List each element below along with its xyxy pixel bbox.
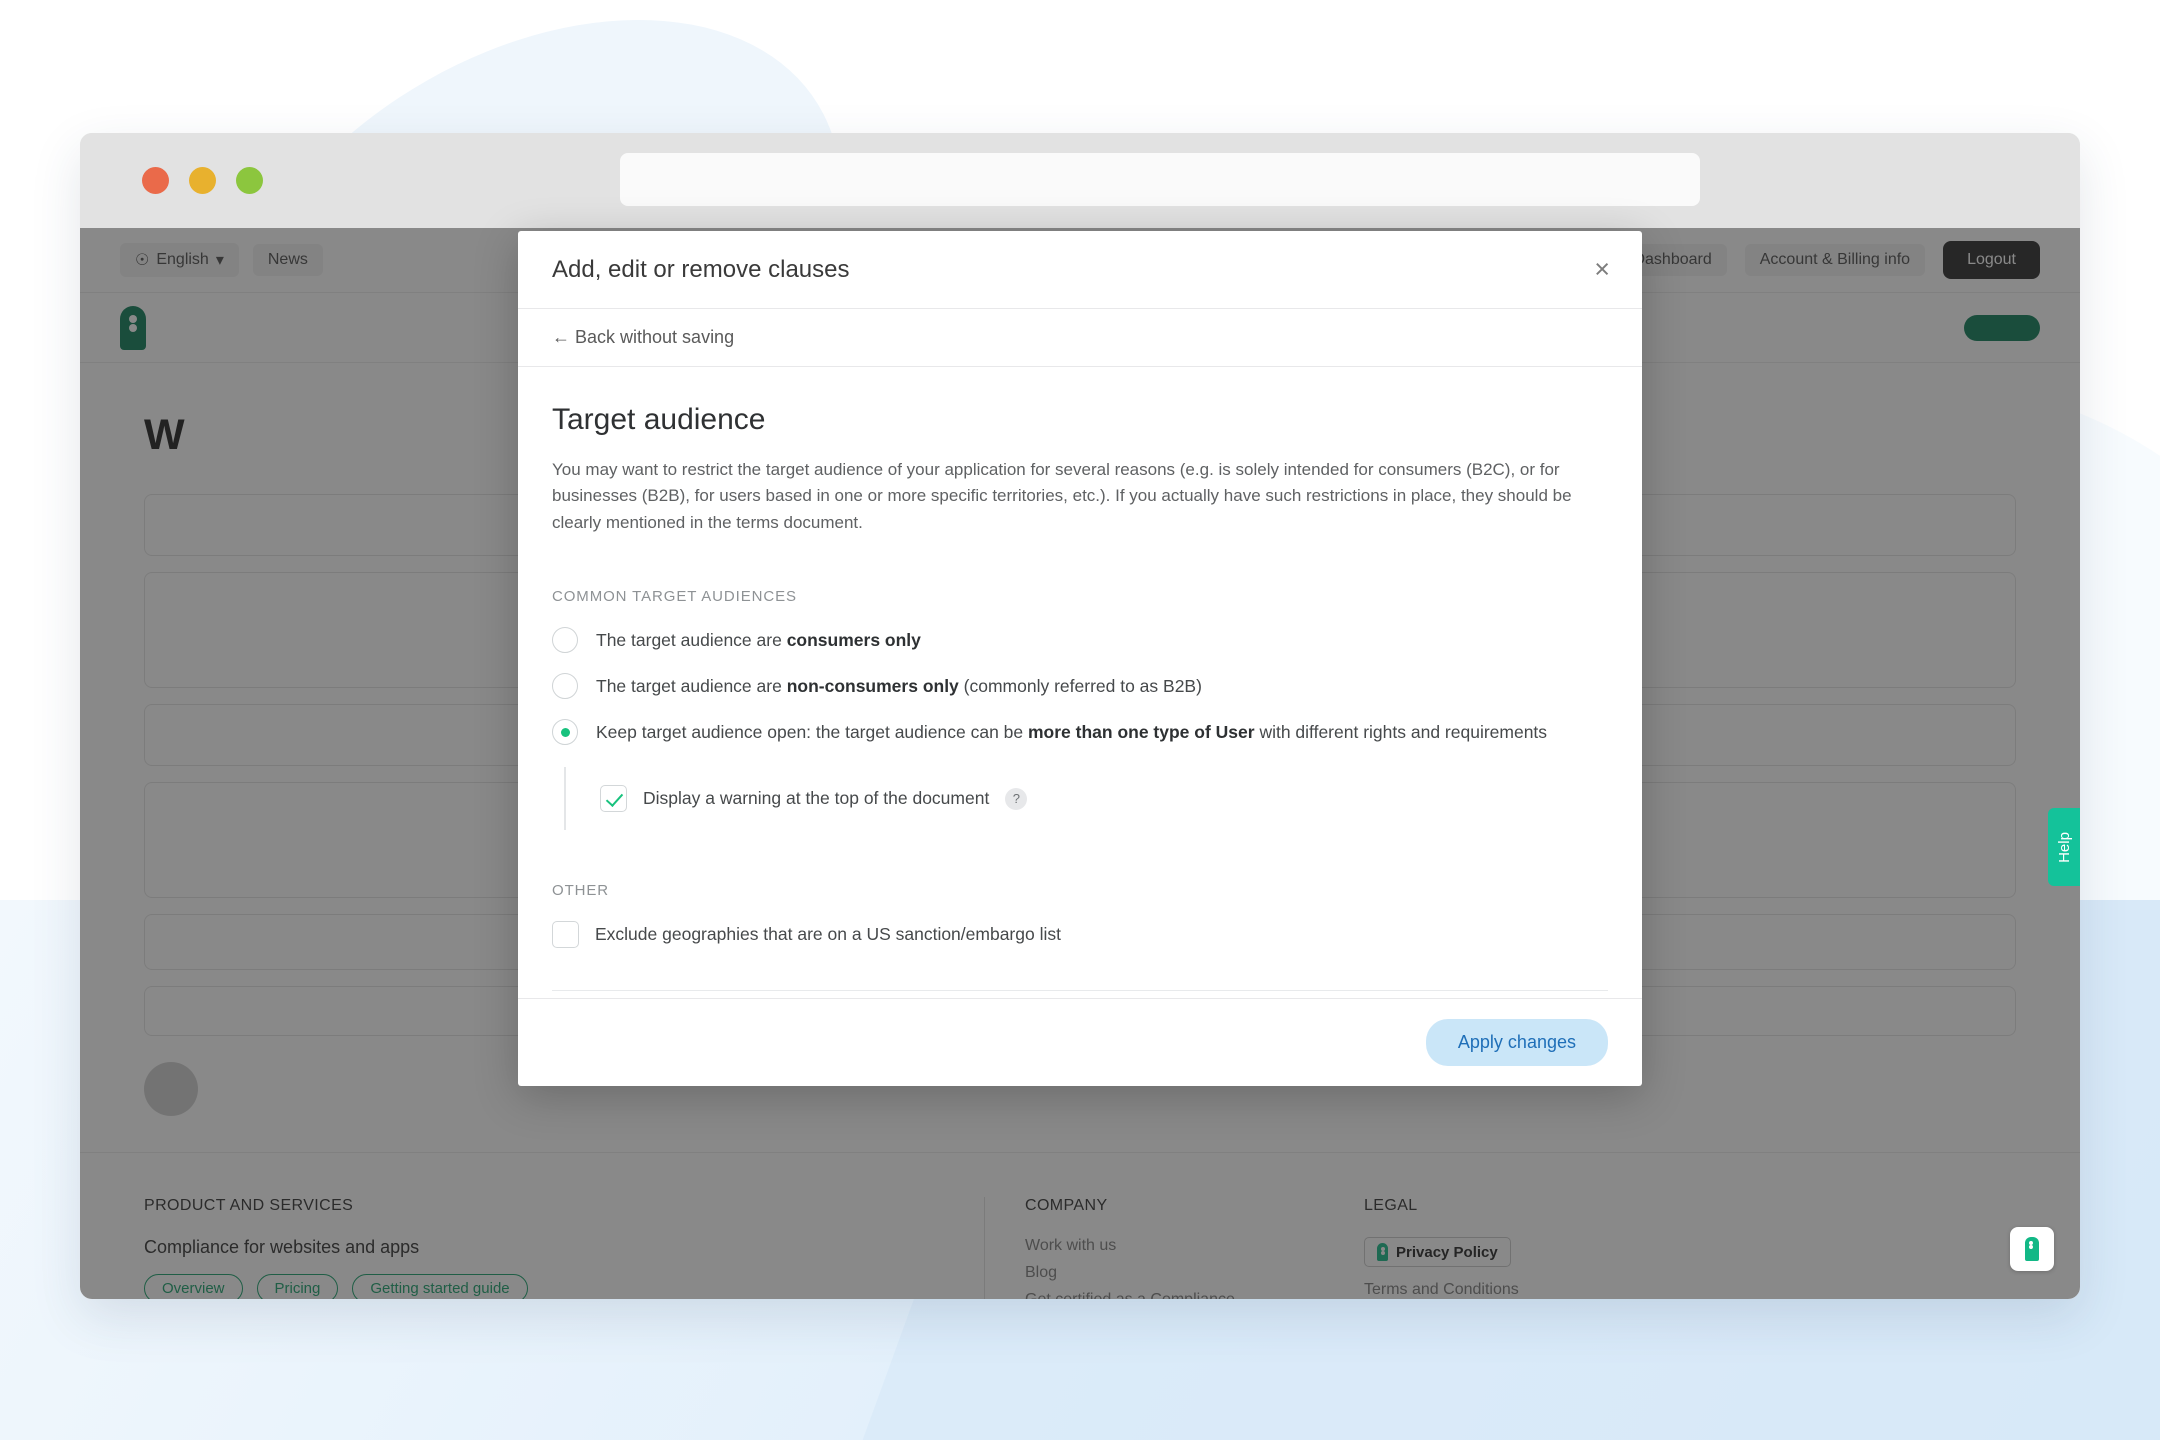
maximize-window-button[interactable] [236,167,263,194]
radio-option-open-audience[interactable]: Keep target audience open: the target au… [552,719,1608,746]
modal-header: Add, edit or remove clauses × [518,231,1642,309]
radio-option-consumers-only[interactable]: The target audience are consumers only [552,627,1608,654]
section-divider [552,990,1608,992]
close-window-button[interactable] [142,167,169,194]
label-text-before: Keep target audience open: the target au… [596,721,1028,742]
modal-title: Add, edit or remove clauses [552,255,850,283]
label-text-bold: non-consumers only [786,675,959,696]
iubenda-floating-badge[interactable] [2010,1227,2054,1271]
help-tab-label: Help [2055,831,2073,863]
radio-label-non-consumers-only: The target audience are non-consumers on… [596,676,1202,697]
radio-input-consumers-only[interactable] [552,627,578,654]
section-description: You may want to restrict the target audi… [552,460,1572,532]
radio-input-non-consumers-only[interactable] [552,673,578,700]
close-icon[interactable]: × [1594,256,1610,283]
minimize-window-button[interactable] [189,167,216,194]
modal-footer: Apply changes [518,998,1642,1086]
window-controls[interactable] [142,167,263,194]
label-text-bold: consumers only [786,629,921,650]
apply-changes-button[interactable]: Apply changes [1425,1019,1608,1066]
label-text-before: The target audience are [596,675,787,696]
radio-label-open-audience: Keep target audience open: the target au… [596,722,1547,743]
iubenda-keyhole-icon [2025,1237,2039,1261]
clauses-modal: Add, edit or remove clauses × ← Back wit… [518,231,1642,1086]
checkbox-label-display-warning: Display a warning at the top of the docu… [643,788,990,809]
browser-chrome [80,133,2080,228]
checkbox-input-display-warning[interactable] [600,785,627,813]
checkbox-option-exclude-sanctioned[interactable]: Exclude geographies that are on a US san… [552,921,1608,949]
group-label-other: OTHER [552,882,609,900]
section-title: Target audience [552,403,766,436]
group-label-common-audiences: COMMON TARGET AUDIENCES [552,588,797,606]
radio-input-open-audience[interactable] [552,719,578,746]
help-icon[interactable]: ? [1005,787,1028,810]
radio-label-consumers-only: The target audience are consumers only [596,630,921,651]
label-text-after: with different rights and requirements [1254,721,1548,742]
checkbox-input-exclude-sanctioned[interactable] [552,921,579,949]
modal-subbar: ← Back without saving [518,309,1642,367]
label-text-bold: more than one type of User [1028,721,1255,742]
checkbox-label-exclude-sanctioned: Exclude geographies that are on a US san… [595,924,1061,945]
help-tab-button[interactable]: Help [2048,808,2080,886]
checkbox-option-display-warning[interactable]: Display a warning at the top of the docu… [600,785,1608,813]
address-bar[interactable] [620,153,1700,206]
back-without-saving-link[interactable]: ← Back without saving [552,327,734,348]
modal-body: Target audience You may want to restrict… [518,367,1642,998]
sub-options-block: Display a warning at the top of the docu… [564,767,1608,831]
label-text-before: The target audience are [596,629,787,650]
label-text-after: (commonly referred to as B2B) [958,675,1202,696]
radio-option-non-consumers-only[interactable]: The target audience are non-consumers on… [552,673,1608,700]
